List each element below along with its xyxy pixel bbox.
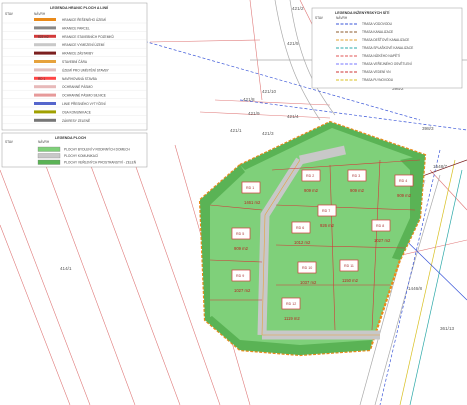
legend-swatch xyxy=(34,85,56,89)
legend-boundary-label: ÚZEMÍ PRO UMÍSTĚNÍ STAVBY xyxy=(62,67,110,72)
lot-area: 1027 m2 xyxy=(374,238,391,243)
legend-boundary-label: LINIE PŘESNÉHO VYTYČENÍ xyxy=(62,101,106,106)
parcel-number: 398/3 xyxy=(422,126,434,131)
legend-areas-row: PLOCHY VEŘEJNÝCH PROSTRANSTVÍ - ZELEŇ xyxy=(37,159,137,165)
legend-boundary-col-stav: STAV xyxy=(5,12,14,16)
legend-boundary-label: OCHRANNÉ PÁSMO xyxy=(62,84,93,89)
parcel-number: 421/10 xyxy=(262,89,276,94)
parcel-number: 421/4 xyxy=(287,114,299,119)
legend-boundary-label: HRANICE PARCEL xyxy=(62,26,90,30)
legend-areas-label: PLOCHY BYDLENÍ V RODINNÝCH DOMECH xyxy=(64,148,131,152)
lot-id: RD 3 xyxy=(352,174,360,178)
lot-area: 909 m2 xyxy=(304,188,319,193)
legend-networks-label: TRASA VEDENÍ VN xyxy=(362,70,391,74)
legend-areas-label: PLOCHY VEŘEJNÝCH PROSTRANSTVÍ - ZELEŇ xyxy=(64,160,137,165)
lot-id: RD 8 xyxy=(376,224,384,228)
lot-id: RD 7 xyxy=(322,209,330,213)
legend-boundary-title: LEGENDA HRANIC PLOCH A LINIÍ xyxy=(50,5,109,10)
lot-id: RD 10 xyxy=(302,266,312,270)
parcel-number: 421/1 xyxy=(230,128,242,133)
legend-swatch xyxy=(34,102,56,105)
legend-networks-label: TRASA NÍZKÉHO NAPĚTÍ xyxy=(362,53,400,58)
legend-boundary-label: STAVEBNÍ ČÁRA xyxy=(62,59,88,64)
lot-id: RD 12 xyxy=(286,302,296,306)
legend-swatch xyxy=(34,18,56,21)
lot-area: 926 m2 xyxy=(320,223,335,228)
legend-areas: LEGENDA PLOCH STAV NÁVRH PLOCHY BYDLENÍ … xyxy=(1,132,148,168)
legend-networks-label: TRASA VODOVODU xyxy=(362,22,393,26)
parcel-number: 421/9 xyxy=(248,111,260,116)
lot-area: 1037 m2 xyxy=(300,280,317,285)
legend-area-swatch xyxy=(37,159,61,165)
legend-areas-col-stav: STAV xyxy=(5,140,14,144)
legend-boundary-label: ZÁKRESY ZELENĚ xyxy=(62,118,90,123)
legend-networks-label: TRASA KANALIZACE xyxy=(362,30,393,34)
legend-networks-label: TRASA VEŘEJNÉHO OSVĚTLENÍ xyxy=(362,61,412,66)
legend-boundary: LEGENDA HRANIC PLOCH A LINIÍ STAV NÁVRH … xyxy=(1,2,148,131)
legend-swatch xyxy=(34,93,56,97)
parcel-number: 1548/7 xyxy=(433,164,447,169)
legend-networks-label: TRASA PLYNOVODU xyxy=(362,78,394,82)
legend-networks: LEGENDA INŽENÝRSKÝCH SÍTÍ STAV NÁVRH TRA… xyxy=(311,7,463,89)
parcel-number: 414/1 xyxy=(60,266,72,271)
legend-swatch xyxy=(34,68,56,72)
legend-swatch xyxy=(34,118,56,122)
legend-swatch xyxy=(34,60,56,63)
legend-areas-row: PLOCHY KOMUNIKACÍ xyxy=(37,153,98,159)
lot-area: 1150 m2 xyxy=(342,278,359,283)
lot-id: RD 2 xyxy=(306,174,314,178)
legend-networks-title: LEGENDA INŽENÝRSKÝCH SÍTÍ xyxy=(335,10,390,15)
legend-boundary-label: OSA KOMUNIKACE xyxy=(62,110,91,114)
legend-boundary-label: HRANICE VYMEZENÍ ÚZEMÍ xyxy=(62,42,104,47)
legend-boundary-value: 523 m2 xyxy=(38,35,49,39)
legend-swatch xyxy=(34,43,56,47)
parcel-number: 421/5 xyxy=(287,41,299,46)
legend-area-swatch xyxy=(37,146,61,152)
parcel-number: 361/13 xyxy=(440,326,454,331)
lot-id: RD 4 xyxy=(399,179,407,183)
legend-areas-label: PLOCHY KOMUNIKACÍ xyxy=(64,154,98,158)
legend-boundary-label: NAVRHOVANÁ STAVBA xyxy=(62,77,98,81)
legend-networks-col-stav: STAV xyxy=(315,16,324,20)
legend-boundary-value: RD 1 xyxy=(38,77,45,81)
parcel-number: 421/2 xyxy=(292,6,304,11)
site-area: RD 1 1461 m2 RD 2 909 m2 RD 3 909 m2 RD 4 909 m… xyxy=(198,120,427,357)
lot-id: RD 1 xyxy=(246,186,254,190)
lot-id: RD 6 xyxy=(296,226,304,230)
legend-areas-row: PLOCHY BYDLENÍ V RODINNÝCH DOMECH xyxy=(37,146,131,152)
legend-swatch xyxy=(34,110,56,114)
site-plan-map: RD 1 1461 m2 RD 2 909 m2 RD 3 909 m2 RD 4 909 m… xyxy=(0,0,467,405)
legend-boundary-col-navrh: NÁVRH xyxy=(34,12,46,16)
legend-area-swatch xyxy=(37,153,61,159)
lot-area: 1012 m2 xyxy=(294,240,311,245)
lot-id: RD 9 xyxy=(236,274,244,278)
lot-id: RD 5 xyxy=(236,232,244,236)
legend-boundary-label: HRANICE ZÁSTAVBY xyxy=(62,52,94,56)
lot-area: 909 m2 xyxy=(234,246,249,251)
lot-area: 1119 m2 xyxy=(284,316,300,321)
parcel-number: 421/8 xyxy=(243,97,255,102)
parcel-number: 1446/8 xyxy=(408,286,422,291)
legend-boundary-label: HRANICE STAVEBNÍCH POZEMKŮ xyxy=(62,34,114,39)
legend-boundary-label: HRANICE ŘEŠENÉHO ÚZEMÍ xyxy=(62,17,106,22)
legend-networks-label: TRASA SPLAŠKOVÉ KANALIZACE xyxy=(362,45,413,50)
legend-swatch xyxy=(34,26,56,30)
legend-areas-title: LEGENDA PLOCH xyxy=(55,136,86,140)
lot-area: 1461 m2 xyxy=(244,200,261,205)
lot-id: RD 11 xyxy=(344,264,354,268)
legend-networks-col-navrh: NÁVRH xyxy=(336,16,348,20)
lot-area: 909 m2 xyxy=(397,193,412,198)
legend-networks-label: TRASA DEŠŤOVÉ KANALIZACE xyxy=(362,37,409,42)
lot-area: 1027 m2 xyxy=(234,288,251,293)
parcel-number: 421/3 xyxy=(262,131,274,136)
legend-swatch xyxy=(34,51,56,55)
legend-areas-col-navrh: NÁVRH xyxy=(38,140,50,144)
legend-boundary-label: OCHRANNÉ PÁSMO SILNICE xyxy=(62,93,106,98)
lot-area: 909 m2 xyxy=(350,188,365,193)
